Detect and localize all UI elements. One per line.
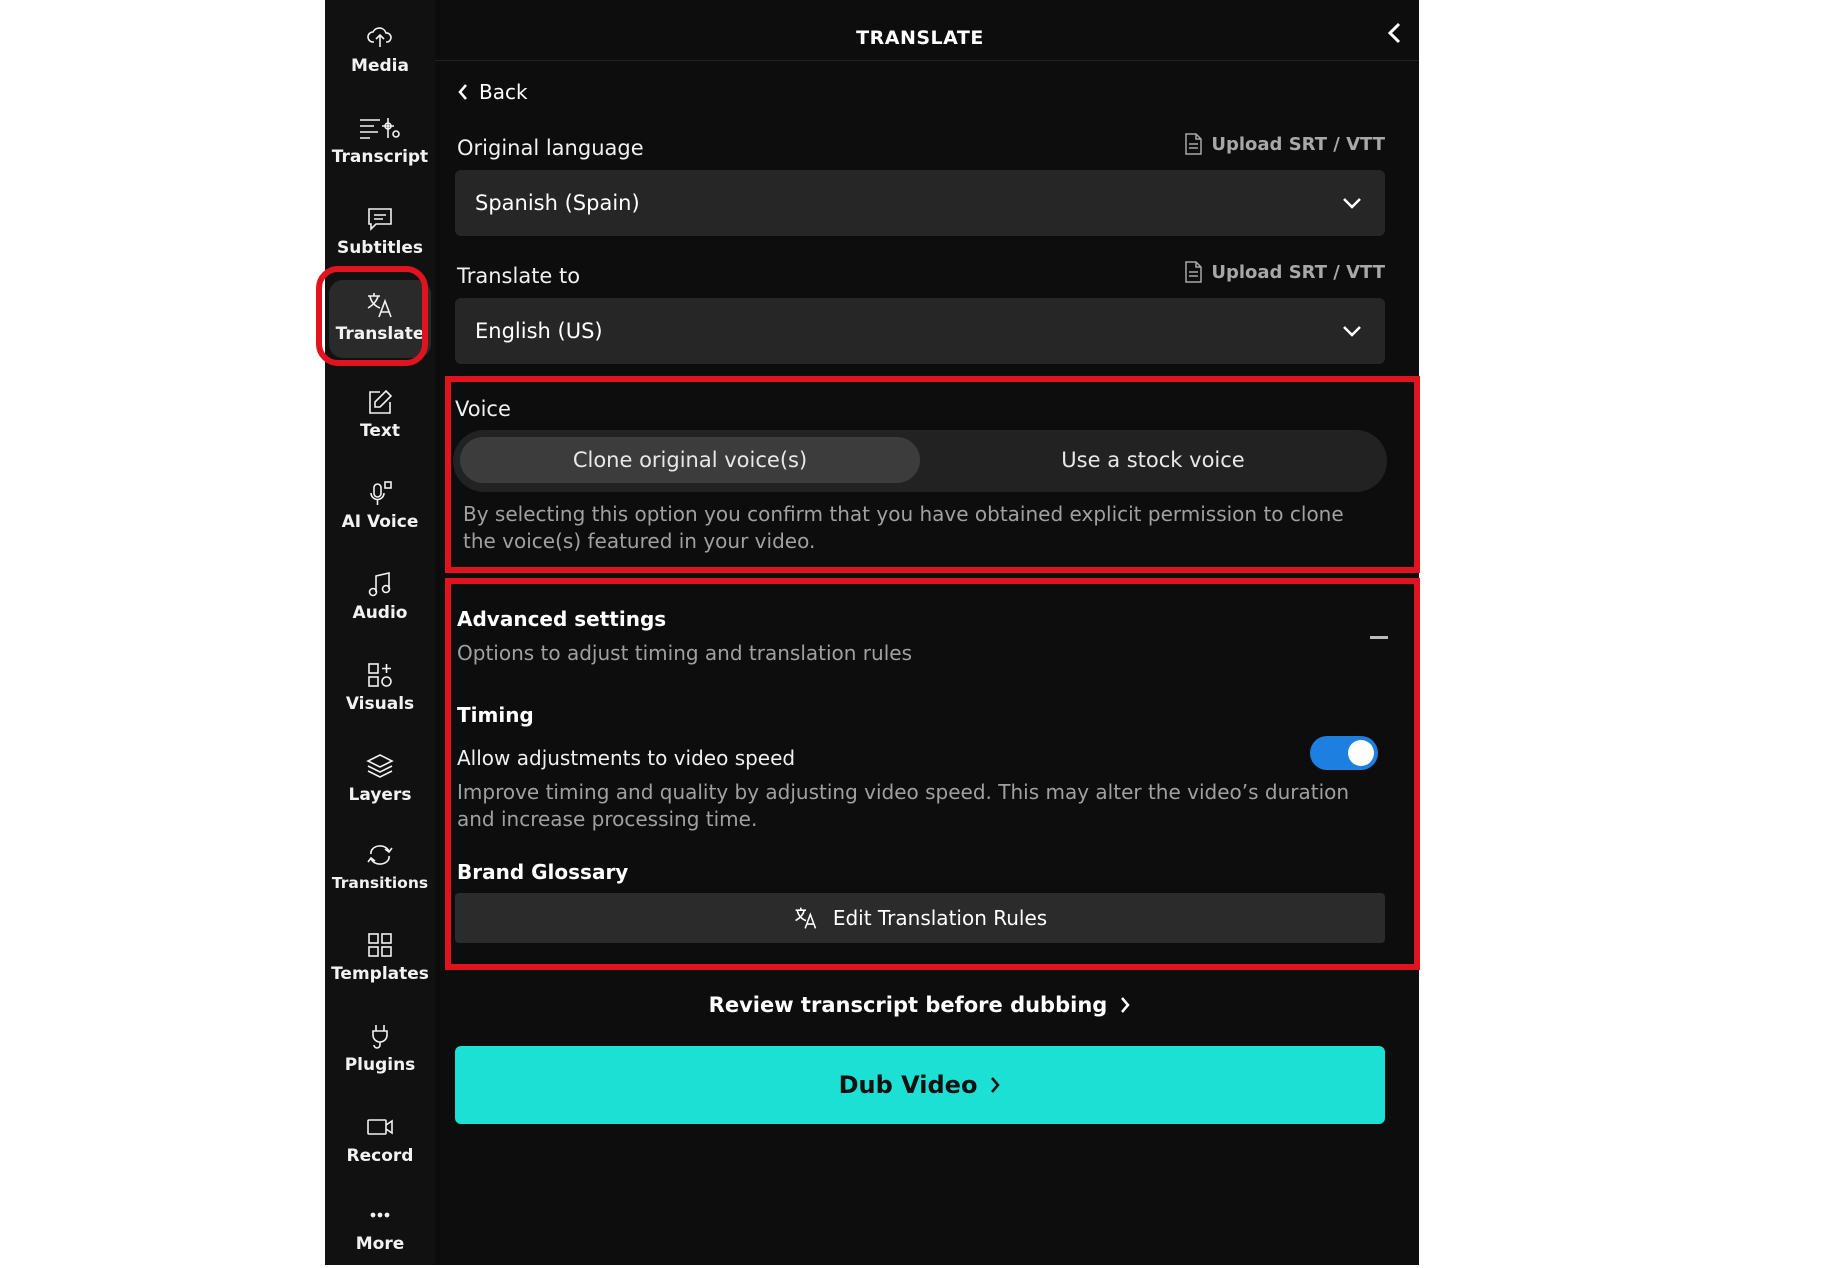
- translate-panel: TRANSLATE Back Original language Upload …: [435, 0, 1420, 1265]
- back-label: Back: [479, 80, 528, 104]
- upload-srt-vtt-button[interactable]: Upload SRT / VTT: [1183, 132, 1385, 156]
- translate-icon: [795, 907, 817, 929]
- original-language-label: Original language: [457, 136, 644, 160]
- sidebar-item-more[interactable]: More: [325, 1190, 435, 1268]
- sidebar-item-label: Transcript: [331, 147, 429, 167]
- voice-mode-toggle: Clone original voice(s) Use a stock voic…: [453, 430, 1387, 492]
- sidebar-item-layers[interactable]: Layers: [325, 741, 435, 819]
- panel-header: TRANSLATE: [435, 0, 1419, 61]
- sidebar-item-label: Audio: [352, 603, 408, 623]
- chevron-left-icon: [1387, 22, 1401, 44]
- subtitles-icon: [325, 204, 435, 234]
- advanced-settings-title: Advanced settings: [457, 607, 667, 631]
- dub-video-button[interactable]: Dub Video: [455, 1046, 1385, 1124]
- voice-label: Voice: [455, 397, 511, 421]
- visuals-icon: [325, 660, 435, 690]
- video-speed-label: Allow adjustments to video speed: [457, 746, 796, 770]
- plug-icon: [325, 1021, 435, 1051]
- upload-cloud-icon: [325, 22, 435, 52]
- review-label: Review transcript before dubbing: [708, 993, 1108, 1017]
- original-language-select[interactable]: Spanish (Spain): [455, 170, 1385, 236]
- collapse-panel-button[interactable]: [1380, 18, 1410, 48]
- active-highlight-ring: [316, 266, 428, 366]
- clone-voice-option[interactable]: Clone original voice(s): [460, 437, 920, 483]
- chevron-right-icon: [991, 1077, 1001, 1093]
- templates-icon: [325, 930, 435, 960]
- collapse-minus-icon[interactable]: [1370, 636, 1388, 639]
- translate-to-label: Translate to: [457, 264, 581, 288]
- chevron-down-icon: [1343, 326, 1361, 337]
- video-speed-description: Improve timing and quality by adjusting …: [457, 780, 1350, 831]
- sidebar: Media Transcript Subtitles Translate Tex…: [325, 0, 435, 1265]
- sidebar-item-subtitles[interactable]: Subtitles: [325, 194, 435, 272]
- voice-permission-note: By selecting this option you confirm tha…: [463, 502, 1344, 553]
- timing-title: Timing: [457, 703, 534, 727]
- document-icon: [1185, 133, 1203, 155]
- sidebar-item-label: Plugins: [344, 1055, 416, 1075]
- brand-glossary-title: Brand Glossary: [457, 860, 629, 884]
- toggle-knob: [1348, 740, 1374, 766]
- sidebar-item-media[interactable]: Media: [325, 12, 435, 90]
- translate-to-select[interactable]: English (US): [455, 298, 1385, 364]
- stock-voice-option[interactable]: Use a stock voice: [923, 437, 1383, 483]
- sidebar-item-label: Templates: [331, 964, 429, 984]
- more-dots-icon: [325, 1200, 435, 1230]
- review-transcript-link[interactable]: Review transcript before dubbing: [435, 993, 1405, 1017]
- edit-text-icon: [325, 387, 435, 417]
- sidebar-item-label: Record: [346, 1146, 414, 1166]
- sidebar-item-text[interactable]: Text: [325, 377, 435, 455]
- sidebar-item-label: Visuals: [345, 694, 415, 714]
- sidebar-item-label: Text: [360, 421, 400, 441]
- sidebar-item-plugins[interactable]: Plugins: [325, 1011, 435, 1089]
- upload-label: Upload SRT / VTT: [1211, 133, 1385, 155]
- video-speed-toggle[interactable]: [1310, 736, 1378, 770]
- upload-label: Upload SRT / VTT: [1211, 261, 1385, 283]
- sidebar-item-ai-voice[interactable]: AI Voice: [325, 468, 435, 546]
- back-button[interactable]: Back: [457, 80, 528, 104]
- document-icon: [1185, 261, 1203, 283]
- microphone-icon: [325, 478, 435, 508]
- sidebar-item-label: AI Voice: [341, 512, 419, 532]
- edit-translation-rules-button[interactable]: Edit Translation Rules: [455, 893, 1385, 943]
- edit-rules-label: Edit Translation Rules: [832, 906, 1048, 930]
- sidebar-item-label: Subtitles: [336, 238, 424, 258]
- sidebar-item-label: Media: [351, 56, 409, 76]
- chevron-left-icon: [458, 84, 467, 100]
- sidebar-item-transitions[interactable]: Transitions: [325, 830, 435, 908]
- dub-label: Dub Video: [838, 1071, 978, 1099]
- original-language-value: Spanish (Spain): [475, 191, 640, 215]
- sidebar-item-templates[interactable]: Templates: [325, 920, 435, 998]
- sidebar-item-audio[interactable]: Audio: [325, 559, 435, 637]
- chevron-down-icon: [1343, 198, 1361, 209]
- sidebar-item-label: More: [355, 1234, 405, 1254]
- sidebar-item-visuals[interactable]: Visuals: [325, 650, 435, 728]
- advanced-settings-subtitle: Options to adjust timing and translation…: [457, 641, 912, 665]
- sidebar-item-label: Transitions: [331, 874, 429, 892]
- transcript-icon: [325, 113, 435, 143]
- page-title: TRANSLATE: [856, 27, 984, 49]
- sidebar-item-record[interactable]: Record: [325, 1102, 435, 1180]
- layers-icon: [325, 751, 435, 781]
- upload-srt-vtt-button[interactable]: Upload SRT / VTT: [1183, 260, 1385, 284]
- chevron-right-icon: [1121, 997, 1130, 1013]
- video-camera-icon: [325, 1112, 435, 1142]
- translate-to-value: English (US): [475, 319, 603, 343]
- sidebar-item-label: Layers: [348, 785, 412, 805]
- transitions-icon: [325, 840, 435, 870]
- music-note-icon: [325, 569, 435, 599]
- sidebar-item-transcript[interactable]: Transcript: [325, 103, 435, 181]
